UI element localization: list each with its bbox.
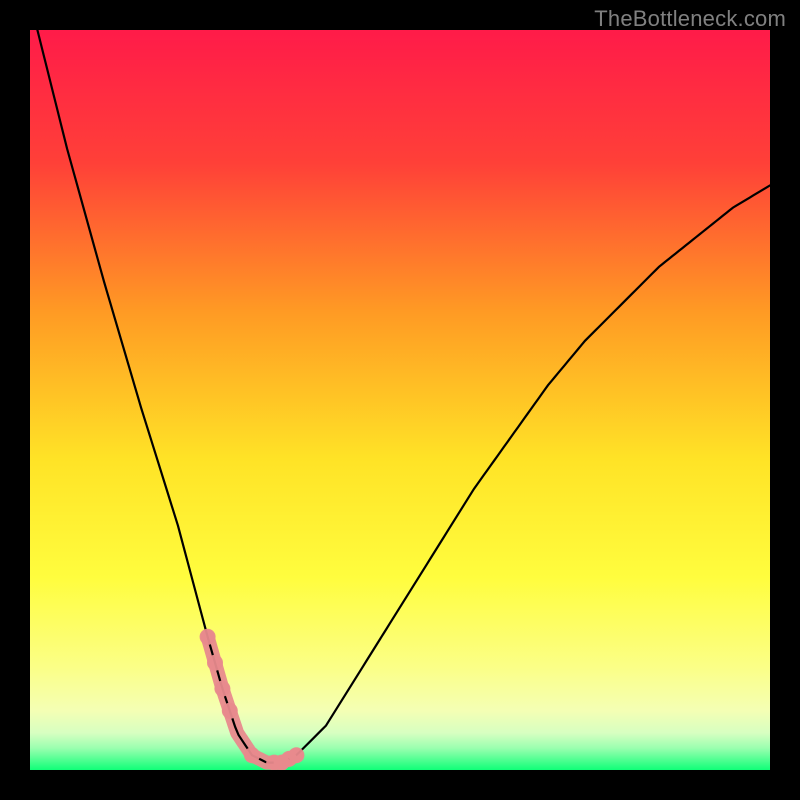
highlight-dot <box>200 629 216 645</box>
plot-area <box>30 30 770 770</box>
highlight-dot <box>214 681 230 697</box>
bottleneck-curve <box>30 30 770 770</box>
highlight-dot <box>222 703 238 719</box>
watermark-text: TheBottleneck.com <box>594 6 786 32</box>
highlight-dot <box>244 747 260 763</box>
curve-main <box>30 30 770 763</box>
highlight-dot <box>207 655 223 671</box>
curve-highlight-segment <box>208 637 297 763</box>
highlight-dot <box>288 747 304 763</box>
